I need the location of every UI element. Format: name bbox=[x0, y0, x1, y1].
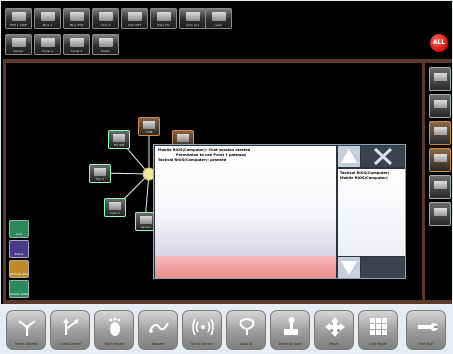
right-unit-button[interactable] bbox=[429, 94, 451, 118]
graph-node[interactable]: Top 2 bbox=[89, 164, 111, 183]
graph-node[interactable]: FIX SW bbox=[108, 130, 130, 149]
device-icon bbox=[434, 127, 447, 135]
toolbar-button-path[interactable]: Teach Details bbox=[6, 310, 46, 350]
device-icon bbox=[434, 181, 447, 189]
toolbar-button-squiggle[interactable]: Wander bbox=[138, 310, 178, 350]
joystick-icon bbox=[284, 317, 298, 335]
up-arrow-icon bbox=[341, 149, 357, 163]
unit-label: Unit bbox=[15, 232, 23, 236]
chat-message: Tactical RIOS(Computer): granted bbox=[158, 158, 227, 162]
device-icon bbox=[434, 154, 447, 162]
down-arrow-icon bbox=[341, 261, 357, 275]
close-icon bbox=[373, 147, 393, 166]
left-unit-button[interactable]: Tactical RIOS bbox=[9, 260, 29, 278]
left-unit-button[interactable]: Robot bbox=[9, 240, 29, 258]
grid-icon bbox=[370, 318, 387, 335]
chat-input[interactable] bbox=[155, 256, 336, 278]
toolbar-button-label: Grid Mode bbox=[369, 342, 387, 346]
path-icon bbox=[18, 320, 36, 336]
move-arrows-icon bbox=[325, 317, 345, 337]
graph-node[interactable]: CAM bbox=[138, 117, 160, 136]
branch-icon bbox=[63, 318, 79, 335]
close-button[interactable] bbox=[361, 146, 405, 167]
loop-icon bbox=[239, 318, 255, 335]
right-unit-button[interactable] bbox=[429, 175, 451, 199]
toolbar-button-label: Teach Details bbox=[14, 342, 38, 346]
wrench-icon bbox=[418, 323, 438, 331]
toolbar-button-label: Move bbox=[329, 342, 339, 346]
toolbar-button-wrench[interactable]: Use Tool bbox=[406, 310, 446, 350]
toolbar-button-label: Wander bbox=[151, 342, 165, 346]
device-icon bbox=[113, 134, 125, 142]
toolbar-button-footprint[interactable]: Track Route bbox=[94, 310, 134, 350]
toolbar-button-broadcast[interactable]: Go to Sensor bbox=[182, 310, 222, 350]
node-label: FIX SW bbox=[113, 143, 125, 147]
chat-window: Mobile RIOS(Computer): Chat session star… bbox=[153, 144, 406, 279]
right-unit-button[interactable] bbox=[429, 202, 451, 226]
left-unit-button[interactable]: Mobile RIOS bbox=[9, 280, 29, 298]
device-icon bbox=[109, 202, 121, 210]
right-unit-button[interactable] bbox=[429, 121, 451, 145]
node-label: Cam 2 bbox=[110, 211, 120, 215]
toolbar-button-move[interactable]: Move bbox=[314, 310, 354, 350]
right-unit-button[interactable] bbox=[429, 148, 451, 172]
toolbar-button-label: Go to Sensor bbox=[191, 342, 213, 346]
device-icon bbox=[434, 208, 447, 216]
device-icon bbox=[143, 121, 155, 129]
chat-user[interactable]: Mobile RIOS(Computer) bbox=[340, 176, 403, 181]
scroll-down-button[interactable] bbox=[338, 257, 360, 278]
right-unit-button[interactable] bbox=[429, 67, 451, 91]
device-icon bbox=[434, 100, 447, 108]
bottom-toolbar: Teach Details Undo/Cancel Track Route Wa… bbox=[0, 305, 453, 354]
toolbar-button-label: Track Route bbox=[104, 342, 124, 346]
node-label: CAM bbox=[145, 130, 153, 134]
toolbar-button-joystick[interactable]: Drive to Goal bbox=[270, 310, 310, 350]
chat-user-list: Tactical RIOS(Computer) Mobile RIOS(Comp… bbox=[338, 169, 405, 256]
device-icon bbox=[177, 134, 189, 142]
scroll-up-button[interactable] bbox=[338, 146, 360, 167]
device-icon bbox=[434, 73, 447, 81]
chat-log: Mobile RIOS(Computer): Chat session star… bbox=[155, 146, 336, 256]
device-icon bbox=[140, 216, 152, 224]
unit-label: Tactical RIOS bbox=[10, 272, 28, 276]
app-window: PTZ 1 VIDE Mica 1 Mica PTZ Cam 2 UAV ANT… bbox=[0, 0, 453, 354]
footprint-icon bbox=[109, 317, 121, 336]
device-icon bbox=[94, 168, 106, 176]
broadcast-icon bbox=[192, 318, 214, 336]
toolbar-button-grid[interactable]: Grid Mode bbox=[358, 310, 398, 350]
unit-label: Robot bbox=[14, 252, 24, 256]
graph-node[interactable]: Cam 2 bbox=[104, 198, 126, 217]
left-unit-button[interactable]: Unit bbox=[9, 220, 29, 238]
main-screen: PTZ 1 VIDE Mica 1 Mica PTZ Cam 2 UAV ANT… bbox=[1, 1, 452, 304]
toolbar-button-label: Look At bbox=[239, 342, 253, 346]
chat-corner bbox=[361, 257, 405, 278]
squiggle-icon bbox=[149, 322, 169, 333]
unit-label: Mobile RIOS bbox=[10, 292, 28, 296]
toolbar-button-label: Drive to Goal bbox=[278, 342, 302, 346]
toolbar-button-label: Undo/Cancel bbox=[59, 342, 81, 346]
toolbar-button-loop[interactable]: Look At bbox=[226, 310, 266, 350]
toolbar-button-label: Use Tool bbox=[419, 342, 433, 346]
toolbar-button-branch[interactable]: Undo/Cancel bbox=[50, 310, 90, 350]
node-label: Top 2 bbox=[96, 177, 104, 181]
